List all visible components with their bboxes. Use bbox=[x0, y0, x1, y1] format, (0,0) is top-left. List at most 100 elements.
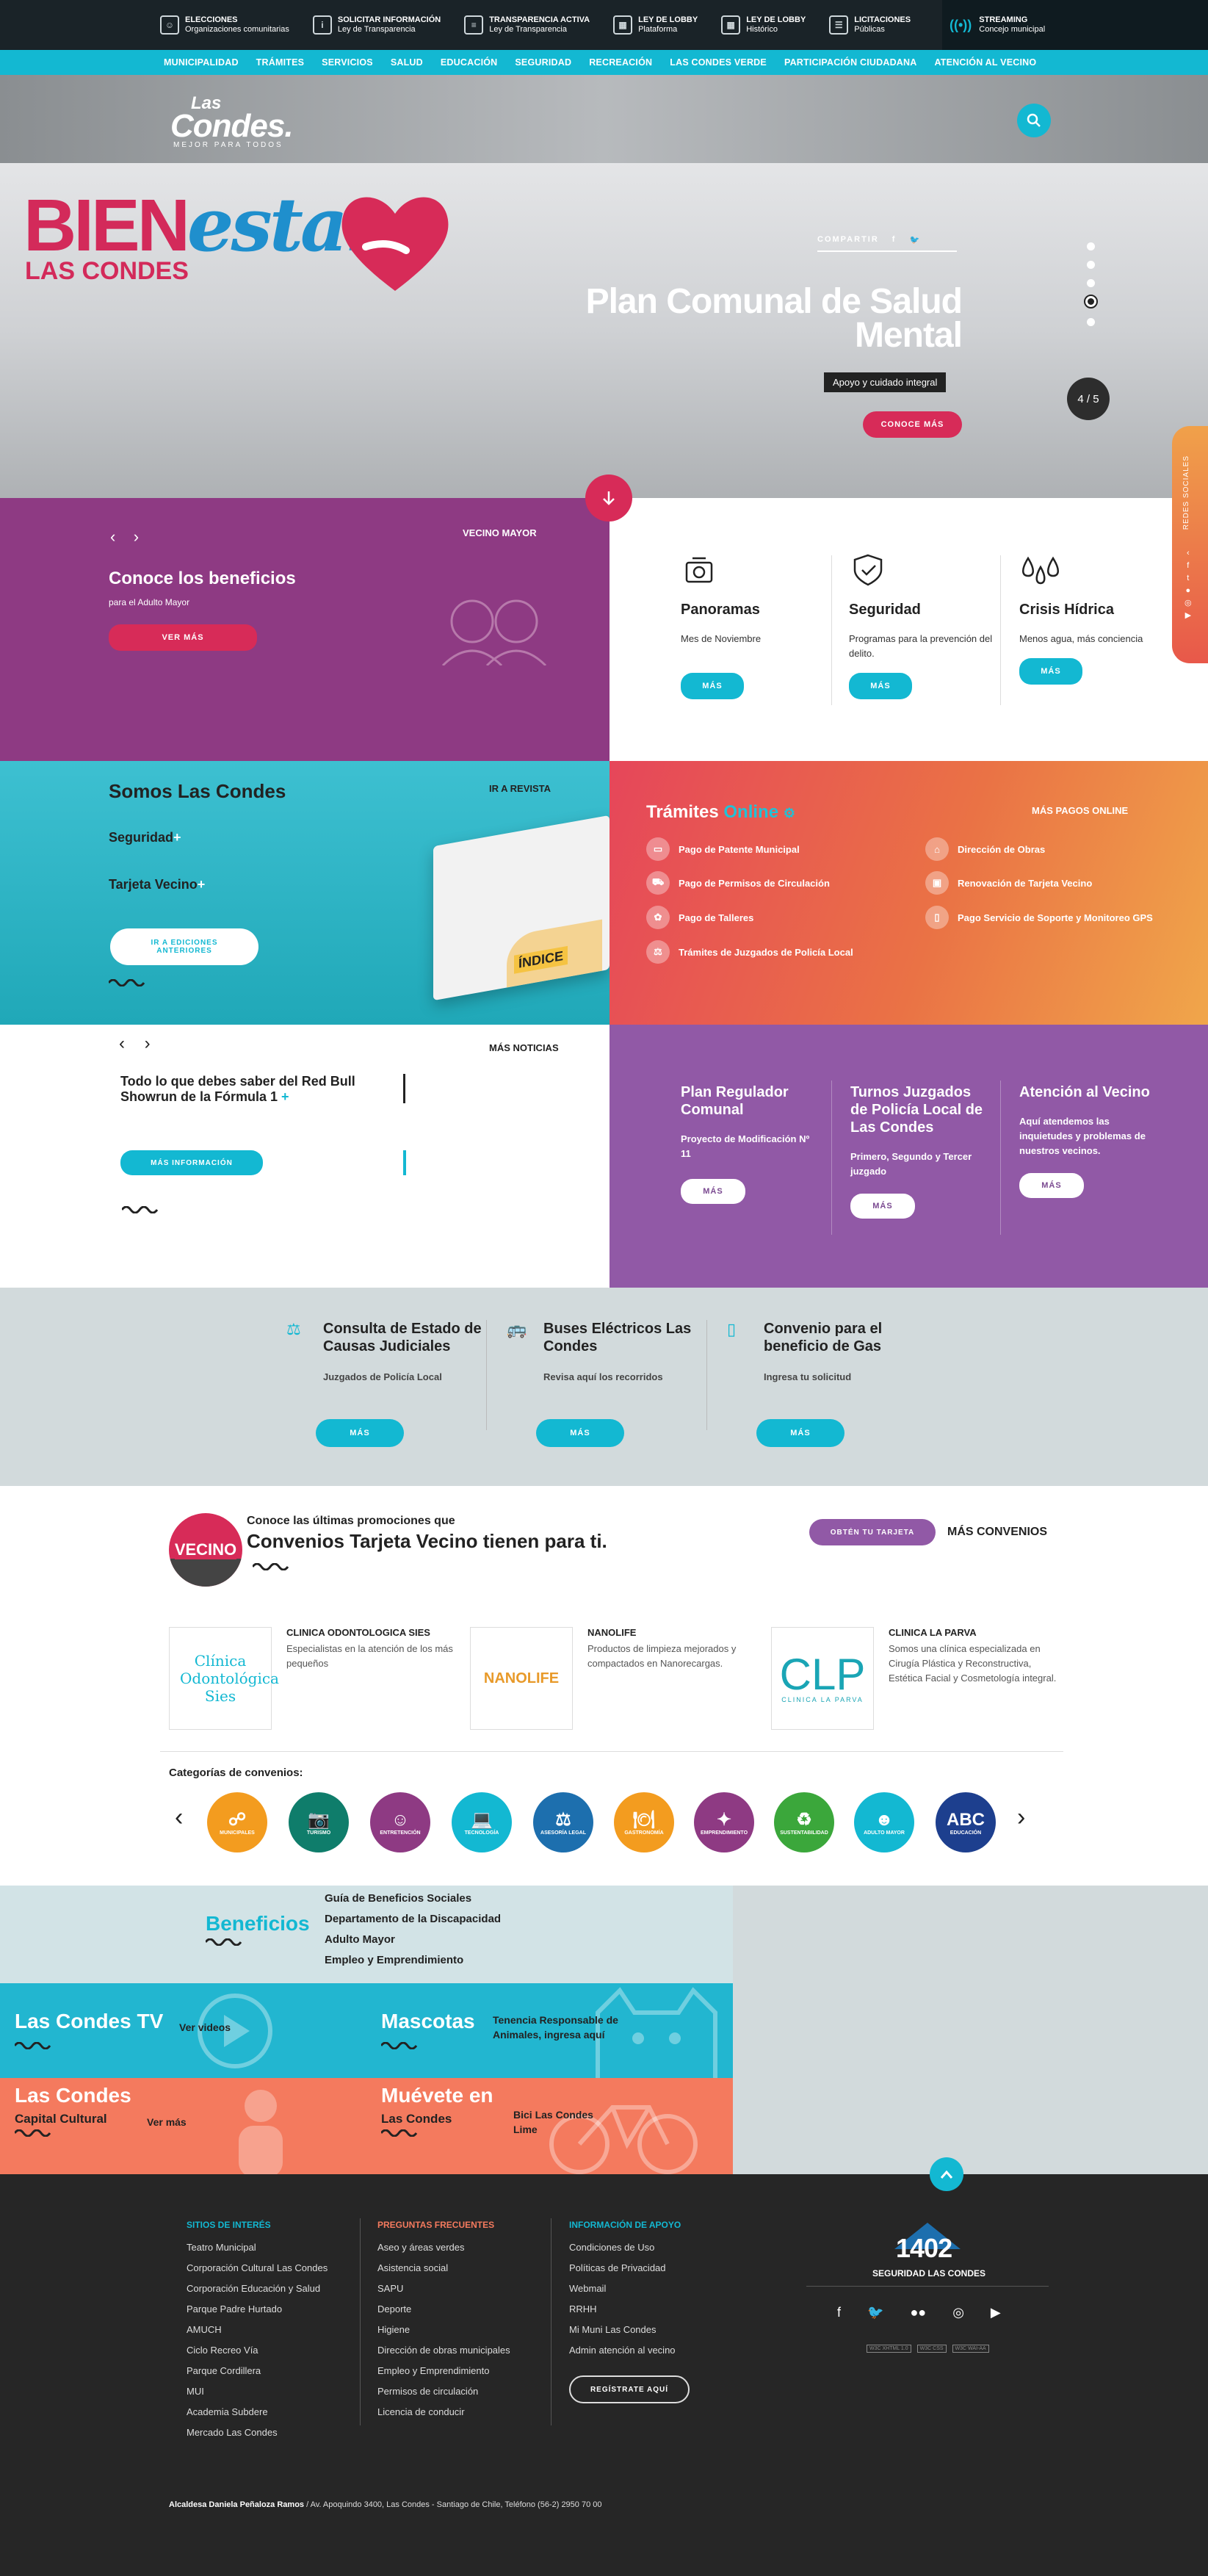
news-more-button[interactable]: MÁS INFORMACIÓN bbox=[120, 1150, 263, 1175]
category-button[interactable]: ☺ ENTRETENCIÓN bbox=[370, 1792, 430, 1852]
flickr-icon[interactable]: ●● bbox=[910, 2305, 926, 2320]
topbar-link[interactable]: ▦ LEY DE LOBBY Plataforma bbox=[613, 0, 711, 50]
chevron-left-icon[interactable]: ‹ bbox=[119, 1033, 125, 1053]
tile-mascotas[interactable]: Mascotas Tenencia Responsable de Animale… bbox=[366, 1983, 733, 2078]
footer-link[interactable]: Mercado Las Condes bbox=[187, 2422, 328, 2443]
logo[interactable]: Las Condes. MEJOR PARA TODOS bbox=[170, 95, 294, 150]
footer-link[interactable]: MUI bbox=[187, 2381, 328, 2402]
w3c-badge[interactable]: W3C WAI-AA bbox=[952, 2345, 989, 2353]
footer-link[interactable]: Deporte bbox=[377, 2299, 510, 2320]
service-more-button[interactable]: MÁS bbox=[1019, 658, 1082, 685]
nav-item[interactable]: ATENCIÓN AL VECINO bbox=[934, 57, 1036, 68]
tile-lascondes-tv[interactable]: Las Condes TV Ver videos bbox=[0, 1983, 366, 2078]
footer-link[interactable]: Dirección de obras municipales bbox=[377, 2340, 510, 2361]
footer-link[interactable]: Políticas de Privacidad bbox=[569, 2258, 690, 2279]
tramite-item[interactable]: ▯ Pago Servicio de Soporte y Monitoreo GP… bbox=[925, 906, 1153, 929]
nav-item[interactable]: PARTICIPACIÓN CIUDADANA bbox=[784, 57, 917, 68]
consulta-more-button[interactable]: MÁS bbox=[756, 1419, 844, 1447]
beneficio-link[interactable]: Departamento de la Discapacidad bbox=[325, 1909, 501, 1930]
plan-more-button[interactable]: MÁS bbox=[681, 1179, 745, 1204]
beneficio-link[interactable]: Guía de Beneficios Sociales bbox=[325, 1888, 501, 1909]
tile-capital-cultural[interactable]: Las Condes Capital Cultural Ver más bbox=[0, 2078, 366, 2174]
tramite-item[interactable]: ⌂ Dirección de Obras bbox=[925, 837, 1045, 861]
category-button[interactable]: ⚖ ASESORÍA LEGAL bbox=[533, 1792, 593, 1852]
footer-link[interactable]: Webmail bbox=[569, 2279, 690, 2299]
nav-item[interactable]: SERVICIOS bbox=[322, 57, 373, 68]
topbar-link[interactable]: ☰ LICITACIONES Públicas bbox=[829, 0, 924, 50]
vecino-tag[interactable]: VECINO MAYOR bbox=[463, 527, 537, 538]
flickr-icon[interactable]: ● bbox=[1185, 585, 1192, 597]
facebook-icon[interactable]: f bbox=[1185, 560, 1192, 572]
more-convenios-link[interactable]: MÁS CONVENIOS bbox=[947, 1526, 1047, 1539]
more-news-link[interactable]: MÁS NOTICIAS bbox=[489, 1042, 559, 1053]
consulta-more-button[interactable]: MÁS bbox=[536, 1419, 624, 1447]
w3c-badge[interactable]: W3C CSS bbox=[916, 2345, 947, 2353]
footer-link[interactable]: Higiene bbox=[377, 2320, 510, 2340]
slider-dot[interactable] bbox=[1087, 261, 1095, 269]
category-button[interactable]: 💻 TECNOLOGÍA bbox=[452, 1792, 512, 1852]
slider-dot-active[interactable] bbox=[1084, 295, 1098, 309]
footer-link[interactable]: Asistencia social bbox=[377, 2258, 510, 2279]
category-button[interactable]: ☍ MUNICIPALES bbox=[207, 1792, 267, 1852]
plan-more-button[interactable]: MÁS bbox=[1019, 1173, 1084, 1198]
footer-link[interactable]: Mi Muni Las Condes bbox=[569, 2320, 690, 2340]
footer-link[interactable]: Permisos de circulación bbox=[377, 2381, 510, 2402]
instagram-icon[interactable]: ◎ bbox=[1185, 597, 1192, 610]
category-button[interactable]: ABC EDUCACIÓN bbox=[936, 1792, 996, 1852]
back-to-top-button[interactable] bbox=[930, 2157, 963, 2191]
chevron-left-icon[interactable]: ‹ bbox=[175, 1803, 183, 1832]
footer-link[interactable]: Corporación Cultural Las Condes bbox=[187, 2258, 328, 2279]
facebook-icon[interactable]: f bbox=[837, 2305, 841, 2320]
twitter-icon[interactable]: 🐦 bbox=[909, 235, 921, 245]
tile-muevete[interactable]: Muévete en Las Condes Bici Las Condes Li… bbox=[366, 2078, 733, 2174]
tramite-item[interactable]: ▣ Renovación de Tarjeta Vecino bbox=[925, 871, 1092, 895]
instagram-icon[interactable]: ◎ bbox=[952, 2305, 964, 2320]
convenio-card[interactable]: Clínica Odontológica Sies CLINICA ODONTO… bbox=[169, 1627, 453, 1730]
streaming-link[interactable]: ((•)) STREAMING Concejo municipal bbox=[942, 0, 1208, 50]
chevron-right-icon[interactable]: › bbox=[134, 527, 139, 546]
slider-dot[interactable] bbox=[1087, 242, 1095, 250]
plan-more-button[interactable]: MÁS bbox=[850, 1194, 915, 1219]
twitter-icon[interactable]: 🐦 bbox=[867, 2305, 883, 2320]
category-button[interactable]: ♻ SUSTENTABILIDAD bbox=[774, 1792, 834, 1852]
footer-link[interactable]: Parque Padre Hurtado bbox=[187, 2299, 328, 2320]
consulta-more-button[interactable]: MÁS bbox=[316, 1419, 404, 1447]
tramite-item[interactable]: ⚖ Trámites de Juzgados de Policía Local bbox=[646, 940, 853, 964]
chevron-left-icon[interactable]: ‹ bbox=[110, 527, 115, 546]
slider-dot[interactable] bbox=[1087, 279, 1095, 287]
revista-link[interactable]: IR A REVISTA bbox=[489, 783, 551, 794]
tramite-item[interactable]: ✿ Pago de Talleres bbox=[646, 906, 753, 929]
footer-link[interactable]: Empleo y Emprendimiento bbox=[377, 2361, 510, 2381]
nav-item[interactable]: SEGURIDAD bbox=[515, 57, 571, 68]
footer-link[interactable]: Teatro Municipal bbox=[187, 2237, 328, 2258]
twitter-icon[interactable]: t bbox=[1185, 572, 1192, 585]
chevron-right-icon[interactable]: › bbox=[1017, 1803, 1025, 1832]
footer-link[interactable]: Licencia de conducir bbox=[377, 2402, 510, 2422]
somos-item[interactable]: Seguridad+ bbox=[109, 830, 181, 845]
vecino-cta-button[interactable]: VER MÁS bbox=[109, 624, 257, 651]
service-more-button[interactable]: MÁS bbox=[849, 673, 912, 699]
register-button[interactable]: REGÍSTRATE AQUÍ bbox=[569, 2375, 690, 2403]
service-more-button[interactable]: MÁS bbox=[681, 673, 744, 699]
nav-item[interactable]: RECREACIÓN bbox=[589, 57, 652, 68]
nav-item[interactable]: MUNICIPALIDAD bbox=[164, 57, 239, 68]
topbar-link[interactable]: i SOLICITAR INFORMACIÓN Ley de Transparenc… bbox=[312, 0, 454, 50]
topbar-link[interactable]: ≡ TRANSPARENCIA ACTIVA Ley de Transparenci… bbox=[464, 0, 603, 50]
youtube-icon[interactable]: ▶ bbox=[1185, 610, 1192, 622]
footer-link[interactable]: Admin atención al vecino bbox=[569, 2340, 690, 2361]
footer-link[interactable]: Ciclo Recreo Vía bbox=[187, 2340, 328, 2361]
chevron-right-icon[interactable]: › bbox=[145, 1033, 151, 1053]
footer-link[interactable]: Parque Cordillera bbox=[187, 2361, 328, 2381]
ediciones-button[interactable]: IR A EDICIONES ANTERIORES bbox=[110, 928, 258, 965]
tramite-item[interactable]: ▭ Pago de Patente Municipal bbox=[646, 837, 800, 861]
w3c-badge[interactable]: W3C XHTML 1.0 bbox=[867, 2345, 911, 2353]
category-button[interactable]: 📷 TURISMO bbox=[289, 1792, 349, 1852]
beneficio-link[interactable]: Adulto Mayor bbox=[325, 1930, 501, 1950]
category-button[interactable]: ☻ ADULTO MAYOR bbox=[854, 1792, 914, 1852]
news-title[interactable]: Todo lo que debes saber del Red Bull Sho… bbox=[120, 1074, 385, 1105]
youtube-icon[interactable]: ▶ bbox=[991, 2305, 1001, 2320]
convenio-card[interactable]: CLP CLINICA LA PARVA CLINICA LA PARVA Som… bbox=[771, 1627, 1056, 1730]
facebook-icon[interactable]: f bbox=[892, 235, 897, 245]
footer-link[interactable]: Aseo y áreas verdes bbox=[377, 2237, 510, 2258]
convenio-card[interactable]: NANOLIFE NANOLIFE Productos de limpieza … bbox=[470, 1627, 736, 1730]
